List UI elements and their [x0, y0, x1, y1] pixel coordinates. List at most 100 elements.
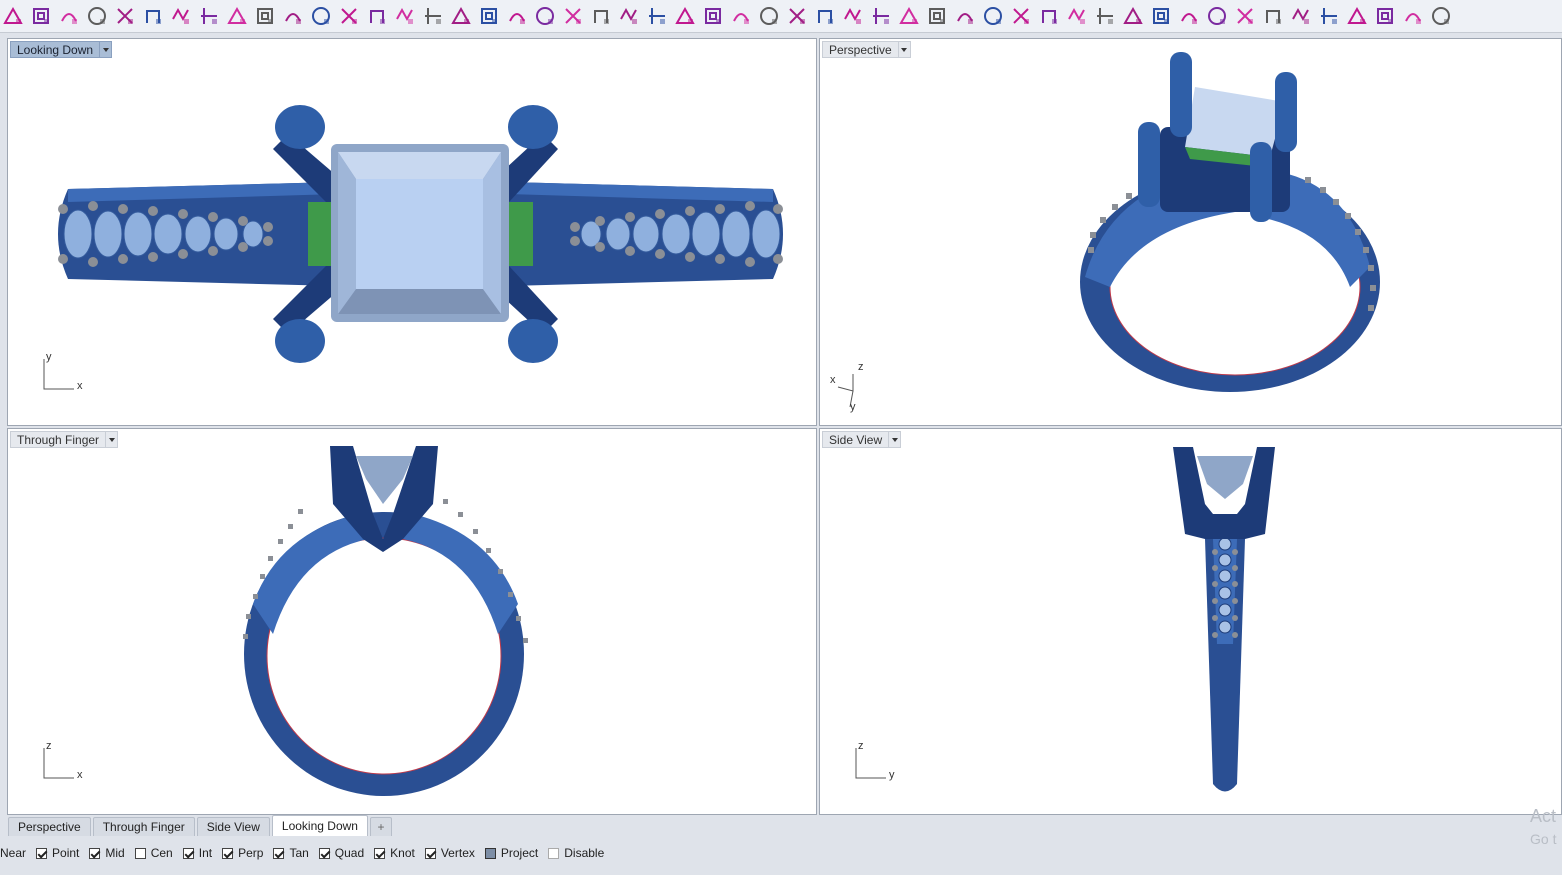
activation-watermark-sub: Go t [1530, 831, 1557, 847]
viewport-title-looking-down[interactable]: Looking Down [10, 41, 113, 58]
solid-box-icon[interactable] [56, 3, 82, 29]
join-icon[interactable] [476, 3, 502, 29]
viewport-dropdown-button[interactable] [898, 41, 911, 58]
extrude-icon[interactable] [224, 3, 250, 29]
prong-icon[interactable] [1204, 3, 1230, 29]
boolean-union-icon[interactable] [364, 3, 390, 29]
box-icon[interactable] [84, 3, 110, 29]
curve-icon[interactable] [28, 3, 54, 29]
shell-icon[interactable] [588, 3, 614, 29]
explode-icon[interactable] [504, 3, 530, 29]
render-icon[interactable] [1344, 3, 1370, 29]
tab-side-view[interactable]: Side View [196, 817, 270, 836]
array-icon[interactable] [644, 3, 670, 29]
loft-icon[interactable] [168, 3, 194, 29]
copy-icon[interactable] [840, 3, 866, 29]
shank-icon[interactable] [1316, 3, 1342, 29]
viewport-title-through-finger[interactable]: Through Finger [10, 431, 119, 448]
viewport-side-view[interactable]: Side View z y [819, 428, 1562, 815]
point-icon[interactable] [0, 3, 26, 29]
grid-array-icon[interactable] [672, 3, 698, 29]
checkbox-disable[interactable] [548, 847, 560, 859]
viewport-looking-down[interactable]: Looking Down y x [7, 38, 817, 426]
checkbox-project[interactable] [484, 847, 496, 859]
gem-icon[interactable] [1176, 3, 1202, 29]
tab-through-finger[interactable]: Through Finger [92, 817, 195, 836]
rebuild-icon[interactable] [1120, 3, 1146, 29]
bend-icon[interactable] [980, 3, 1006, 29]
checkbox-vertex[interactable] [424, 847, 436, 859]
checkbox-knot[interactable] [374, 847, 386, 859]
viewport-dropdown-button[interactable] [106, 431, 119, 448]
polar-array-icon[interactable] [700, 3, 726, 29]
sweep-icon[interactable] [112, 3, 138, 29]
orient-icon[interactable] [896, 3, 922, 29]
patch-icon[interactable] [308, 3, 334, 29]
align-icon[interactable] [868, 3, 894, 29]
taper-icon[interactable] [1008, 3, 1034, 29]
viewport-title-label[interactable]: Through Finger [10, 431, 107, 448]
chamfer-icon[interactable] [560, 3, 586, 29]
cage-icon[interactable] [1036, 3, 1062, 29]
checkbox-perp[interactable] [222, 847, 234, 859]
viewport-title-label[interactable]: Looking Down [10, 41, 101, 58]
checkbox-tan[interactable] [273, 847, 285, 859]
osnap-cen[interactable]: Cen [134, 846, 173, 860]
osnap-quad[interactable]: Quad [318, 846, 364, 860]
viewport-through-finger[interactable]: Through Finger z x [7, 428, 817, 815]
osnap-point[interactable]: Point [36, 846, 79, 860]
flow-icon[interactable] [924, 3, 950, 29]
checkbox-mid[interactable] [89, 847, 101, 859]
viewport-title-label[interactable]: Perspective [822, 41, 899, 58]
trim-icon[interactable] [448, 3, 474, 29]
scale-icon[interactable] [756, 3, 782, 29]
boolean-difference-icon[interactable] [392, 3, 418, 29]
ring-size-icon[interactable] [1260, 3, 1286, 29]
osnap-label: Vertex [440, 846, 475, 860]
match-icon[interactable] [1148, 3, 1174, 29]
cap-icon[interactable] [336, 3, 362, 29]
viewport-title-perspective[interactable]: Perspective [822, 41, 911, 58]
osnap-mid[interactable]: Mid [89, 846, 125, 860]
viewport-perspective[interactable]: Perspective z x y [819, 38, 1562, 426]
osnap-vertex[interactable]: Vertex [424, 846, 475, 860]
viewport-dropdown-button[interactable] [100, 41, 113, 58]
mirror-icon[interactable] [728, 3, 754, 29]
settings-icon[interactable] [1372, 3, 1398, 29]
revolve-icon[interactable] [280, 3, 306, 29]
rotate-icon[interactable] [784, 3, 810, 29]
osnap-perp[interactable]: Perp [222, 846, 263, 860]
checkbox-cen[interactable] [134, 847, 146, 859]
pipe-icon[interactable] [252, 3, 278, 29]
surface-icon[interactable] [196, 3, 222, 29]
viewport-dropdown-button[interactable] [889, 431, 902, 448]
viewport-title-side-view[interactable]: Side View [822, 431, 902, 448]
osnap-knot[interactable]: Knot [374, 846, 415, 860]
viewport-title-label[interactable]: Side View [822, 431, 890, 448]
checkbox-point[interactable] [36, 847, 48, 859]
axis-label-x: x [77, 769, 83, 781]
bezel-icon[interactable] [1288, 3, 1314, 29]
blend-icon[interactable] [140, 3, 166, 29]
axis-label-x: x [77, 380, 83, 392]
split-icon[interactable] [420, 3, 446, 29]
osnap-disable[interactable]: Disable [548, 846, 604, 860]
mesh-icon[interactable] [1064, 3, 1090, 29]
material-icon[interactable] [1400, 3, 1426, 29]
osnap-tan[interactable]: Tan [273, 846, 309, 860]
osnap-int[interactable]: Int [182, 846, 212, 860]
move-icon[interactable] [812, 3, 838, 29]
pave-icon[interactable] [1232, 3, 1258, 29]
tab-perspective[interactable]: Perspective [8, 817, 91, 836]
osnap-near[interactable]: Near [0, 846, 26, 860]
gear-icon[interactable] [1428, 3, 1454, 29]
control-points-icon[interactable] [1092, 3, 1118, 29]
checkbox-quad[interactable] [318, 847, 330, 859]
add-viewport-tab-button[interactable]: + [369, 817, 392, 836]
tab-looking-down[interactable]: Looking Down [271, 815, 368, 836]
offset-icon[interactable] [616, 3, 642, 29]
osnap-project[interactable]: Project [484, 846, 538, 860]
fillet-icon[interactable] [532, 3, 558, 29]
checkbox-int[interactable] [182, 847, 194, 859]
twist-icon[interactable] [952, 3, 978, 29]
